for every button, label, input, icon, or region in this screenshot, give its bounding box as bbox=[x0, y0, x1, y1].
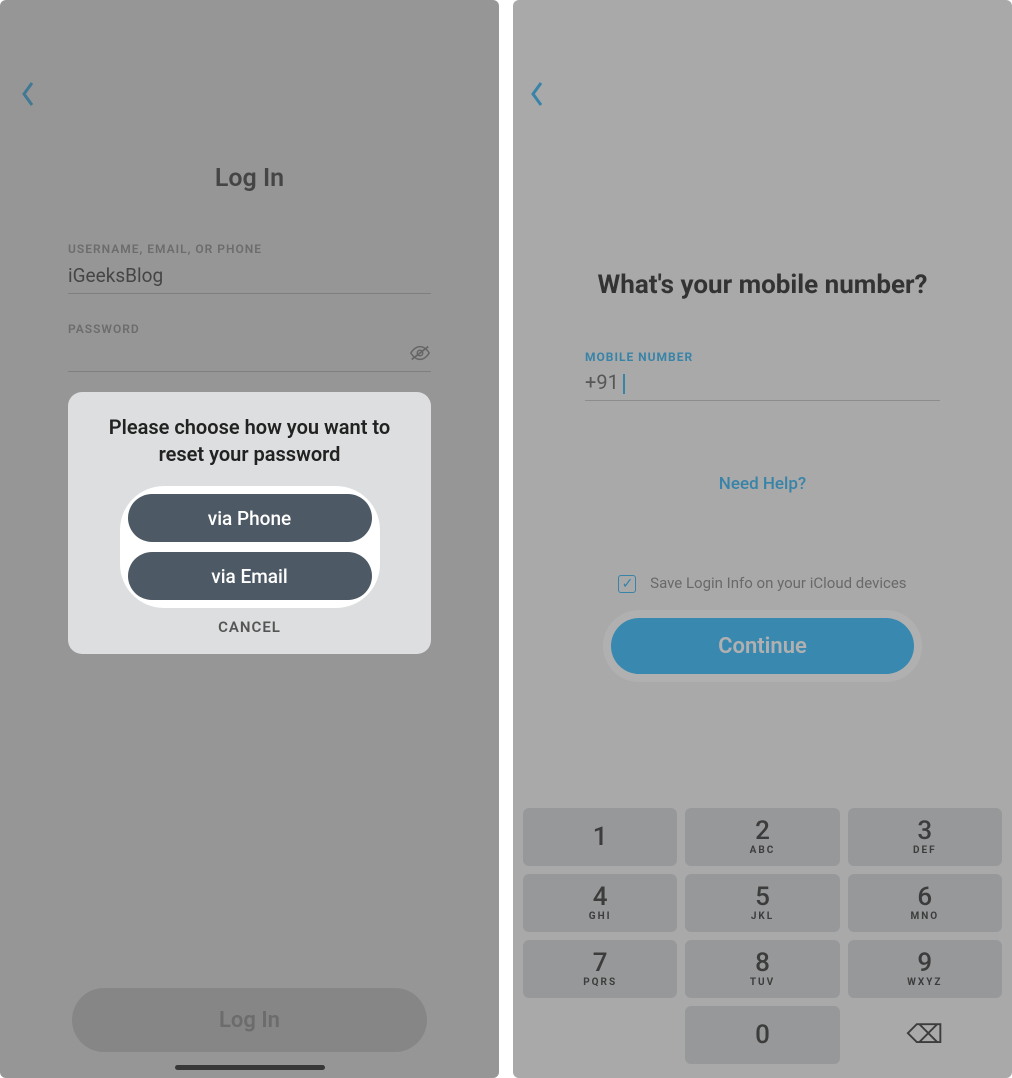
dialog-title: Please choose how you want to reset your… bbox=[84, 414, 415, 468]
backspace-icon: ⌫ bbox=[906, 1020, 943, 1050]
mobile-value: +91 bbox=[585, 370, 619, 394]
numeric-keypad: 1 2ABC 3DEF 4GHI 5JKL 6MNO 7PQRS 8TUV 9W… bbox=[523, 808, 1002, 1064]
key-9[interactable]: 9WXYZ bbox=[848, 940, 1002, 998]
save-login-label: Save Login Info on your iCloud devices bbox=[650, 574, 906, 592]
continue-button[interactable]: Continue bbox=[611, 618, 914, 674]
text-cursor bbox=[623, 374, 625, 394]
key-5[interactable]: 5JKL bbox=[685, 874, 839, 932]
via-email-button[interactable]: via Email bbox=[128, 552, 372, 600]
options-highlight: via Phone via Email bbox=[120, 486, 380, 608]
heading: What's your mobile number? bbox=[513, 270, 1012, 300]
mobile-label: MOBILE NUMBER bbox=[585, 350, 940, 364]
back-button[interactable] bbox=[529, 80, 545, 112]
mobile-field-group: MOBILE NUMBER +91 bbox=[585, 350, 940, 401]
reset-password-dialog: Please choose how you want to reset your… bbox=[68, 392, 431, 654]
key-empty bbox=[523, 1006, 677, 1064]
login-screen: Log In USERNAME, EMAIL, OR PHONE iGeeksB… bbox=[0, 0, 499, 1078]
mobile-input[interactable]: +91 bbox=[585, 370, 940, 401]
key-6[interactable]: 6MNO bbox=[848, 874, 1002, 932]
cancel-button[interactable]: CANCEL bbox=[84, 618, 415, 636]
chevron-left-icon bbox=[529, 80, 545, 108]
need-help-link[interactable]: Need Help? bbox=[513, 474, 1012, 494]
key-backspace[interactable]: ⌫ bbox=[848, 1006, 1002, 1064]
via-phone-button[interactable]: via Phone bbox=[128, 494, 372, 542]
key-0[interactable]: 0 bbox=[685, 1006, 839, 1064]
key-1[interactable]: 1 bbox=[523, 808, 677, 866]
continue-highlight: Continue bbox=[603, 610, 922, 682]
save-login-checkbox[interactable]: ✓ bbox=[618, 575, 636, 593]
key-2[interactable]: 2ABC bbox=[685, 808, 839, 866]
save-login-row[interactable]: ✓ Save Login Info on your iCloud devices bbox=[513, 574, 1012, 593]
key-8[interactable]: 8TUV bbox=[685, 940, 839, 998]
key-3[interactable]: 3DEF bbox=[848, 808, 1002, 866]
mobile-number-screen: What's your mobile number? MOBILE NUMBER… bbox=[513, 0, 1012, 1078]
key-4[interactable]: 4GHI bbox=[523, 874, 677, 932]
key-7[interactable]: 7PQRS bbox=[523, 940, 677, 998]
